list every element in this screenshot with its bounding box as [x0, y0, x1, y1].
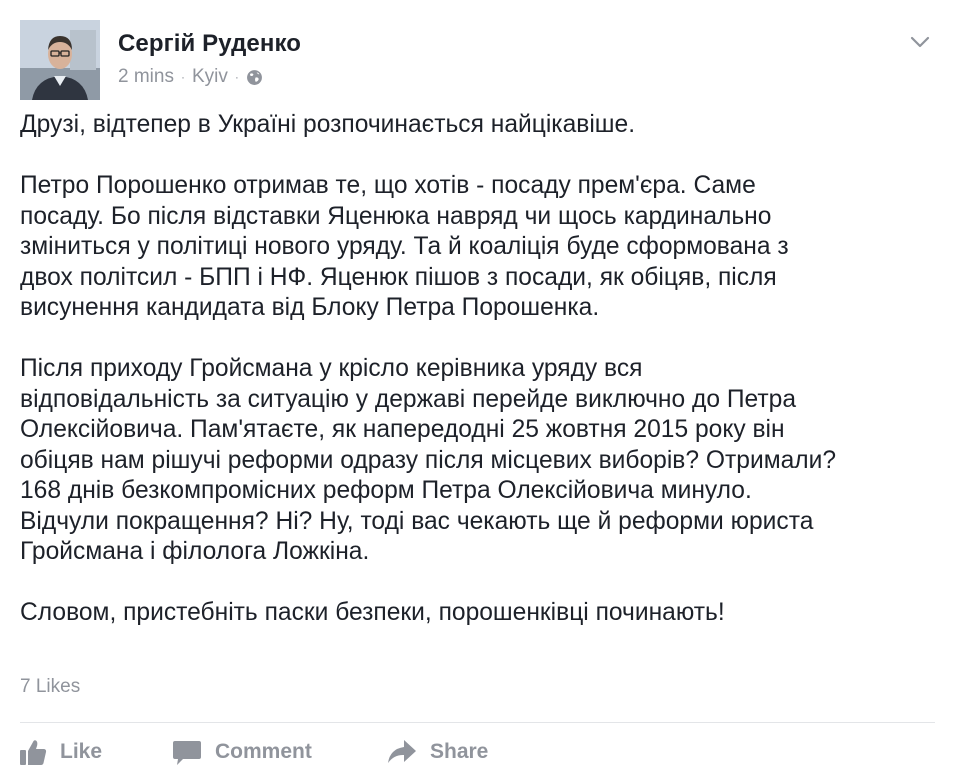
share-button[interactable]: Share [386, 737, 488, 767]
globe-icon[interactable] [246, 69, 263, 86]
like-label: Like [60, 740, 103, 763]
chevron-down-icon[interactable] [906, 28, 934, 56]
post-meta: 2 mins · Kyiv · [118, 66, 263, 88]
likes-count[interactable]: 7 Likes [20, 676, 80, 698]
post-paragraph: Петро Порошенко отримав те, що хотів - п… [20, 172, 789, 321]
thumbs-up-icon [18, 737, 48, 767]
divider [20, 722, 935, 723]
post-time[interactable]: 2 mins [118, 66, 174, 88]
post-header: Сергій Руденко 2 mins · Kyiv · [20, 20, 940, 100]
speech-bubble-icon [171, 737, 203, 767]
post-paragraph: Словом, пристебніть паски безпеки, порош… [20, 599, 725, 626]
post-paragraph: Друзі, відтепер в Україні розпочинається… [20, 111, 636, 138]
meta-separator: · [180, 70, 185, 84]
share-label: Share [430, 740, 489, 763]
author-name[interactable]: Сергій Руденко [118, 30, 301, 58]
comment-label: Comment [215, 740, 312, 763]
share-arrow-icon [386, 737, 418, 767]
avatar[interactable] [20, 20, 100, 100]
like-button[interactable]: Like [18, 737, 171, 767]
facebook-post: Сергій Руденко 2 mins · Kyiv · Друзі, ві… [0, 0, 960, 780]
post-paragraph: Після приходу Гройсмана у крісло керівни… [20, 355, 837, 565]
post-location[interactable]: Kyiv [192, 66, 228, 88]
post-body: Друзі, відтепер в Україні розпочинається… [20, 110, 940, 629]
post-actions: Like Comment Share [18, 736, 488, 768]
meta-separator: · [234, 70, 239, 84]
comment-button[interactable]: Comment [171, 737, 386, 767]
